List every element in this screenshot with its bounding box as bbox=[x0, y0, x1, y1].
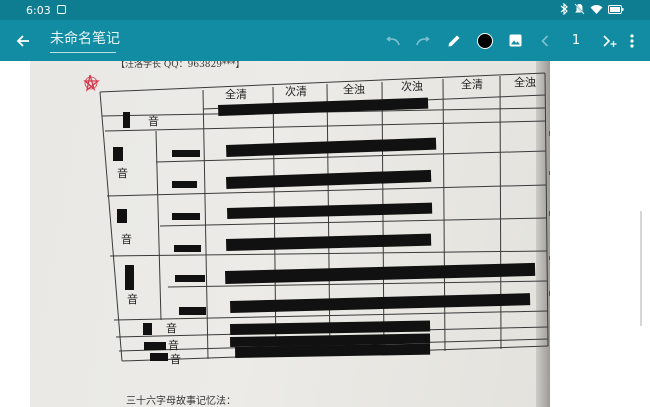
note-editor-app: 6:03 未命名笔记 1 【汪洛学长 QQ：963829***】 全清 次清 全… bbox=[0, 0, 650, 407]
color-swatch bbox=[477, 32, 493, 49]
header-cell-1: 全清 bbox=[225, 88, 247, 101]
more-icon bbox=[630, 33, 634, 48]
notification-icon bbox=[57, 5, 66, 14]
footer-text: 三十六字母故事记忆法： bbox=[126, 396, 236, 407]
header-cell-5: 全清 bbox=[461, 78, 483, 91]
row-label-7: 音 bbox=[170, 353, 181, 366]
mute-icon bbox=[574, 3, 585, 15]
status-icons bbox=[560, 3, 624, 15]
pen-tool-button[interactable] bbox=[443, 20, 465, 61]
prev-page-button[interactable] bbox=[536, 20, 554, 61]
app-toolbar: 未命名笔记 1 bbox=[0, 20, 650, 61]
handwritten-table bbox=[83, 72, 550, 362]
pen-icon bbox=[448, 35, 460, 46]
row-label-2: 音 bbox=[117, 167, 128, 180]
redo-icon bbox=[416, 35, 430, 45]
bluetooth-icon bbox=[560, 3, 568, 15]
next-page-icon bbox=[602, 34, 616, 47]
row-label-5: 音 bbox=[166, 322, 177, 335]
header-cell-4: 次浊 bbox=[401, 80, 423, 93]
back-button[interactable] bbox=[8, 20, 38, 61]
row-label-3: 音 bbox=[121, 233, 132, 246]
status-bar: 6:03 bbox=[0, 0, 650, 20]
note-title: 未命名笔记 bbox=[50, 31, 120, 47]
redo-button[interactable] bbox=[412, 20, 434, 61]
scroll-indicator[interactable] bbox=[640, 211, 642, 326]
insert-image-button[interactable] bbox=[504, 20, 526, 61]
status-time: 6:03 bbox=[26, 4, 51, 17]
header-cell-3: 全浊 bbox=[343, 83, 365, 96]
undo-button[interactable] bbox=[382, 20, 404, 61]
image-icon bbox=[509, 34, 521, 47]
note-canvas[interactable]: 【汪洛学长 QQ：963829***】 全清 次清 全浊 次浊 全清 全浊 音 … bbox=[0, 61, 650, 407]
note-title-field[interactable]: 未命名笔记 bbox=[50, 28, 120, 53]
page-number: 1 bbox=[571, 33, 581, 48]
inserted-photo[interactable]: 【汪洛学长 QQ：963829***】 全清 次清 全浊 次浊 全清 全浊 音 … bbox=[30, 61, 550, 407]
undo-icon bbox=[386, 35, 400, 45]
prev-page-icon bbox=[541, 34, 549, 47]
battery-icon bbox=[608, 4, 624, 14]
header-cell-2: 次清 bbox=[285, 85, 307, 98]
row-label-4: 音 bbox=[127, 293, 138, 306]
next-page-button[interactable] bbox=[598, 20, 620, 61]
row-label-1: 音 bbox=[148, 115, 159, 128]
wifi-icon bbox=[590, 4, 603, 14]
arrow-left-icon bbox=[16, 34, 29, 47]
header-cell-6: 全浊 bbox=[514, 76, 536, 89]
more-options-button[interactable] bbox=[624, 20, 640, 61]
color-picker-button[interactable] bbox=[474, 20, 496, 61]
